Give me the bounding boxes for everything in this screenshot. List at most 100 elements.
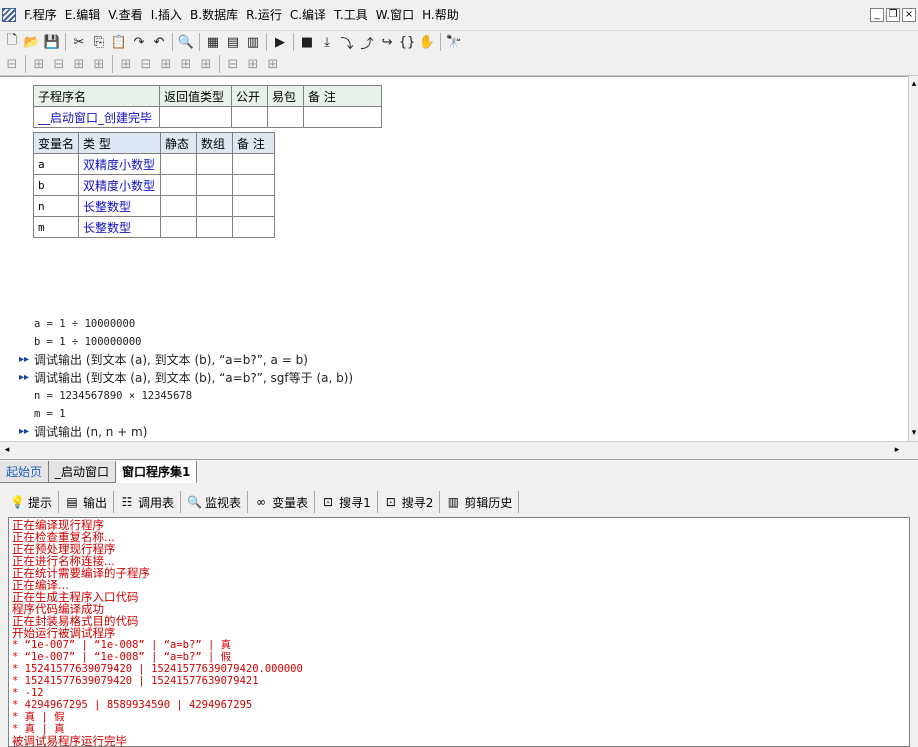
menu-item[interactable]: V.查看 [104,5,146,25]
menu-item[interactable]: I.插入 [147,5,186,25]
run-icon[interactable]: ▶ [270,32,290,52]
code-line[interactable]: n = 1234567890 × 12345678 [0,387,908,405]
layout3-icon[interactable]: ▥ [243,32,263,52]
step-over-icon[interactable]: ↪ [377,32,397,52]
code-line[interactable]: ▸▸ 调试输出 (n, n + m) [0,423,908,441]
align-tool-icon[interactable]: ⊞ [69,54,89,74]
variable-name[interactable]: n [32,195,80,217]
align-tool-icon[interactable]: ⊞ [156,54,176,74]
code-line[interactable]: m = 1 [0,405,908,423]
variable-type[interactable]: 双精度小数型 [78,174,162,196]
variable-cell[interactable] [160,216,198,238]
new-icon[interactable]: 🗋 [2,32,22,52]
variable-name[interactable]: a [32,153,80,175]
menu-item[interactable]: H.帮助 [418,5,463,25]
app-icon[interactable] [2,8,16,22]
align-tool-icon[interactable]: ⊞ [263,54,283,74]
editor-vertical-scrollbar[interactable]: ▴ ▾ [908,76,918,441]
tab-0[interactable]: 起始页 [0,461,50,483]
tab-output[interactable]: ▤ 输出 [59,491,115,513]
minimize-button[interactable]: _ [870,8,884,22]
hand-icon[interactable]: ✋ [417,32,437,52]
stop-icon[interactable]: ■ [297,32,317,52]
breakpoint-marker-icon[interactable]: ▸▸ [19,423,29,441]
align-tool-icon[interactable]: ⊟ [49,54,69,74]
tab-2[interactable]: 窗口程序集1 [116,461,198,483]
watch-icon[interactable]: {} [397,32,417,52]
paste-icon[interactable]: 📋 [109,32,129,52]
align-tool-icon[interactable]: ⊟ [2,54,22,74]
variable-cell[interactable] [160,174,198,196]
tab-clip-history[interactable]: ▥ 剪辑历史 [440,491,520,513]
align-tool-icon[interactable]: ⊟ [136,54,156,74]
redo-icon[interactable]: ↷ [129,32,149,52]
scroll-left-icon[interactable]: ◂ [0,442,14,458]
code-line[interactable]: ▸▸ 调试输出 (到文本 (a), 到文本 (b), “a=b?”, a = b) [0,351,908,369]
layout2-icon[interactable]: ▤ [223,32,243,52]
variable-cell[interactable] [232,195,276,217]
binoculars-icon[interactable]: 🔭 [444,32,464,52]
variable-cell[interactable] [232,216,276,238]
variable-cell[interactable] [160,195,198,217]
step-out-icon[interactable]: ⤴ [357,32,377,52]
open-icon[interactable]: 📂 [22,32,42,52]
align-tool-icon[interactable]: ⊞ [196,54,216,74]
variable-name[interactable]: m [32,216,80,238]
tab-call-table[interactable]: ☷ 调用表 [114,491,182,513]
save-icon[interactable]: 💾 [42,32,62,52]
step-icon[interactable]: ⤓ [317,32,337,52]
align-tool-icon[interactable]: ⊞ [29,54,49,74]
tab-1[interactable]: _启动窗口 [49,461,117,483]
close-button[interactable]: × [902,8,916,22]
menu-item[interactable]: E.编辑 [61,5,104,25]
undo-icon[interactable]: ↶ [149,32,169,52]
menu-item[interactable]: B.数据库 [186,5,242,25]
copy-icon[interactable]: ⎘ [89,32,109,52]
tab-var-table[interactable]: ∞ 变量表 [248,491,316,513]
tab-hint[interactable]: 💡 提示 [4,491,60,513]
menu-item[interactable]: W.窗口 [372,5,418,25]
variable-cell[interactable] [196,174,234,196]
variable-cell[interactable] [196,153,234,175]
scroll-up-icon[interactable]: ▴ [909,78,918,90]
tab-watch-table[interactable]: 🔍 监视表 [181,491,249,513]
breakpoint-marker-icon[interactable]: ▸▸ [19,351,29,369]
code-line[interactable]: a = 1 ÷ 10000000 [0,315,908,333]
align-tool-icon[interactable]: ⊞ [116,54,136,74]
align-tool-icon[interactable]: ⊞ [89,54,109,74]
menu-item[interactable]: T.工具 [330,5,372,25]
return-type-cell[interactable] [159,106,232,128]
scroll-right-icon[interactable]: ▸ [890,442,904,458]
menu-item[interactable]: R.运行 [242,5,286,25]
layout1-icon[interactable]: ▦ [203,32,223,52]
align-tool-icon[interactable]: ⊞ [243,54,263,74]
align-tool-icon[interactable]: ⊟ [223,54,243,74]
code-line[interactable]: ▸▸ 调试输出 (到文本 (a), 到文本 (b), “a=b?”, sgf等于 … [0,369,908,387]
editor-horizontal-scrollbar[interactable]: ◂ ▸ [0,441,918,458]
variable-cell[interactable] [232,174,276,196]
cut-icon[interactable]: ✂ [69,32,89,52]
variable-name[interactable]: b [32,174,80,196]
menu-item[interactable]: F.程序 [20,5,61,25]
subroutine-name[interactable]: __启动窗口_创建完毕 [33,106,160,128]
code-editor[interactable]: 子程序名 返回值类型 公开 易包 备 注 __启动窗口_创建完毕 变量名类 型静… [0,76,908,441]
menu-item[interactable]: C.编译 [286,5,330,25]
scroll-down-icon[interactable]: ▾ [909,427,918,439]
output-log[interactable]: 正在编译现行程序 正在检查重复名称... 正在预处理现行程序 正在进行名称连接... 正… [8,517,910,747]
remark-cell[interactable] [303,106,382,128]
variable-cell[interactable] [196,216,234,238]
code-line[interactable]: b = 1 ÷ 100000000 [0,333,908,351]
variable-cell[interactable] [196,195,234,217]
breakpoint-marker-icon[interactable]: ▸▸ [19,369,29,387]
variable-type[interactable]: 长整数型 [78,216,162,238]
variable-cell[interactable] [160,153,198,175]
public-cell[interactable] [231,106,268,128]
variable-type[interactable]: 双精度小数型 [78,153,162,175]
variable-type[interactable]: 长整数型 [78,195,162,217]
package-cell[interactable] [267,106,304,128]
output-scrollbar[interactable] [910,517,918,747]
tab-search2[interactable]: ⊡ 搜寻2 [378,491,441,513]
tab-search1[interactable]: ⊡ 搜寻1 [315,491,378,513]
find-icon[interactable]: 🔍 [176,32,196,52]
restore-button[interactable]: ❐ [886,8,900,22]
